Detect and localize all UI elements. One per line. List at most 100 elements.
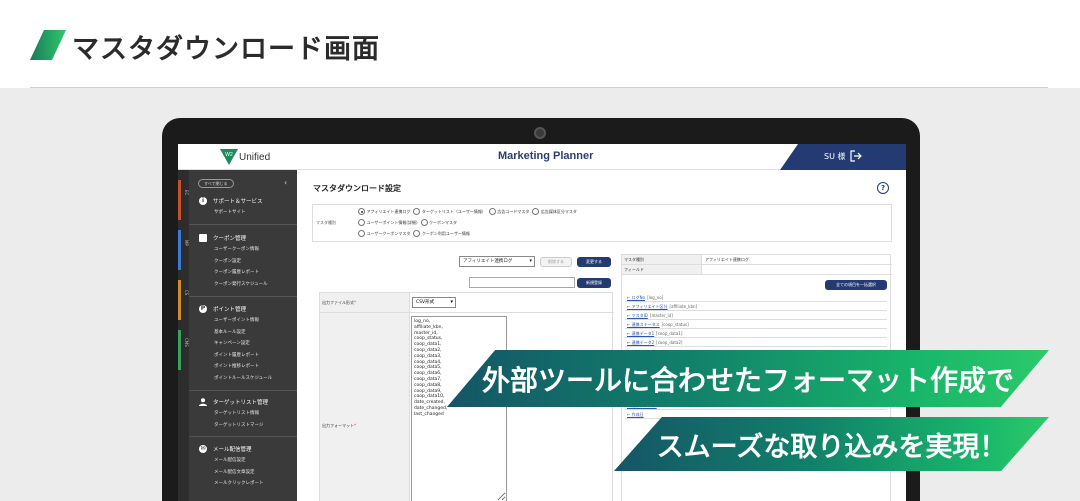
sidebar-group-header[interactable]: i サポート＆サービス (189, 195, 297, 207)
tab-mp[interactable]: MP (178, 240, 189, 246)
field-row[interactable]: ← 連携ステータス [coop_status] (625, 320, 887, 329)
sidebar-item-user-point[interactable]: ユーザーポイント情報 (189, 315, 297, 327)
field-link[interactable]: ← 連携ステータス (627, 322, 660, 327)
radio-ad-code[interactable]: 広告コードマスタ (488, 208, 530, 215)
field-key: [coop_status] (661, 322, 689, 327)
file-format-row: 出力ファイル形式* CSV形式 (320, 293, 614, 313)
radio-coupon-users[interactable]: クーポン利用ユーザー情報 (413, 230, 470, 237)
field-panel-type-value: アフィリエイト連携ログ (705, 257, 749, 262)
page-header: マスタダウンロード画面 (0, 0, 1080, 88)
radio-dot[interactable] (413, 208, 421, 215)
delete-button[interactable]: 削除する (540, 257, 572, 267)
sidebar-item-coupon-history[interactable]: クーポン履歴レポート (189, 267, 297, 279)
output-format-label: 出力フォーマット* (322, 423, 356, 429)
radio-target-list[interactable]: ターゲットリスト（ユーザー情報） (413, 208, 486, 215)
sidebar-group-header[interactable]: ターゲットリスト管理 (189, 396, 297, 408)
radio-dot[interactable] (358, 208, 365, 215)
new-format-name-input[interactable] (469, 277, 575, 288)
field-link[interactable]: ← アフィリエイト区分 (627, 304, 668, 309)
sidebar-item-point-schedule[interactable]: ポイントルールスケジュール (189, 373, 297, 385)
sidebar-divider (189, 296, 297, 297)
field-link[interactable]: ← 連携データ2 (627, 340, 654, 345)
sidebar-item-mail-text[interactable]: メール配信文章設定 (189, 467, 297, 479)
sidebar-item-coupon-schedule[interactable]: クーポン発行スケジュール (189, 279, 297, 291)
sidebar-group-header[interactable]: ✉ メール配信管理 (189, 443, 297, 455)
radio-ad-media[interactable]: 広告媒体区分マスタ (532, 208, 577, 215)
tab-cs[interactable]: CS (178, 290, 189, 295)
radio-dot[interactable] (420, 219, 428, 226)
page-title: マスタダウンロード画面 (72, 34, 380, 65)
help-icon[interactable]: ? (877, 182, 889, 194)
master-type-label: マスタ種別 (316, 220, 336, 225)
sidebar-item-support-site[interactable]: サポートサイト (189, 207, 297, 219)
sidebar: EC MP CS CMS すべて閉じる ‹ i サポート＆サービス サポートサイ… (178, 170, 297, 501)
register-new-button[interactable]: 新規登録 (577, 278, 611, 288)
select-all-button[interactable]: 全ての項目を一括選択 (825, 280, 887, 290)
field-link[interactable]: ← ログNo (627, 295, 645, 300)
change-button[interactable]: 変更する (577, 257, 611, 267)
file-format-select[interactable]: CSV形式 (412, 297, 456, 308)
logout-icon[interactable] (850, 150, 862, 162)
user-name: SU 様 (824, 152, 846, 161)
tab-marker-cms (178, 330, 181, 370)
radio-label: ユーザークーポンマスタ (366, 230, 411, 236)
required-mark: * (354, 423, 356, 428)
radio-label: ターゲットリスト（ユーザー情報） (421, 208, 486, 214)
field-row[interactable]: ← ログNo [log_no] (625, 293, 887, 302)
sidebar-item-target-list[interactable]: ターゲットリスト情報 (189, 408, 297, 420)
radio-label: クーポンマスタ (429, 219, 458, 225)
radio-dot[interactable] (488, 208, 496, 215)
sidebar-item-basic-rule[interactable]: 基本ルール設定 (189, 327, 297, 339)
field-link[interactable]: ← 作成日 (627, 412, 644, 417)
sidebar-item-campaign[interactable]: キャンペーン設定 (189, 338, 297, 350)
radio-dot[interactable] (358, 230, 365, 237)
collapse-chevron-icon[interactable]: ‹ (284, 178, 287, 187)
page: マスタダウンロード画面 W2 Unified Marketing Planner… (0, 0, 1080, 501)
label-text: 出力フォーマット (322, 423, 354, 428)
field-key: [master_id] (649, 313, 673, 318)
sidebar-group-title: メール配信管理 (213, 447, 252, 453)
field-link[interactable]: ← 連携データ1 (627, 331, 654, 336)
radio-label: アフィリエイト連携ログ (366, 208, 411, 214)
sidebar-item-mail-click[interactable]: メールクリックレポート (189, 478, 297, 490)
radio-dot[interactable] (358, 219, 365, 226)
tab-ec[interactable]: EC (178, 190, 189, 195)
field-row[interactable]: ← アフィリエイト区分 [affiliate_kbn] (625, 302, 887, 311)
field-key: [coop_data1] (656, 331, 683, 336)
logo-badge: W2 (225, 152, 233, 158)
radio-dot[interactable] (413, 230, 421, 237)
output-format-textarea[interactable]: log_no, affiliate_kbn, master_id, coop_s… (411, 316, 507, 501)
radio-row: ユーザークーポンマスタ クーポン利用ユーザー情報 (358, 230, 470, 237)
sidebar-item-coupon-settings[interactable]: クーポン設定 (189, 256, 297, 268)
required-mark: * (354, 300, 356, 305)
close-all-button[interactable]: すべて閉じる (198, 179, 234, 188)
tab-cms[interactable]: CMS (178, 338, 189, 347)
sidebar-item-point-transition[interactable]: ポイント推移レポート (189, 361, 297, 373)
sidebar-item-user-coupon[interactable]: ユーザークーポン情報 (189, 244, 297, 256)
info-icon: i (199, 197, 207, 205)
field-row[interactable]: ← マスタID [master_id] (625, 311, 887, 320)
sidebar-item-point-history[interactable]: ポイント履歴レポート (189, 350, 297, 362)
field-row[interactable]: ← 連携データ2 [coop_data2] (625, 338, 887, 347)
radio-affiliate-log[interactable]: アフィリエイト連携ログ (358, 208, 410, 215)
field-panel-field-row: フィールド (622, 265, 892, 275)
sidebar-group-header[interactable]: P ポイント管理 (189, 303, 297, 315)
field-link[interactable]: ← マスタID (627, 313, 648, 318)
sidebar-item-mail-settings[interactable]: メール配信設定 (189, 455, 297, 467)
format-select[interactable]: アフィリエイト連携ログ (459, 256, 535, 267)
sidebar-divider (189, 224, 297, 225)
field-row[interactable]: ← 連携データ1 [coop_data1] (625, 329, 887, 338)
sidebar-item-target-merge[interactable]: ターゲットリストマージ (189, 420, 297, 432)
radio-user-point[interactable]: ユーザーポイント情報(詳細) (358, 219, 418, 226)
sidebar-tabs: EC MP CS CMS (178, 170, 189, 501)
mail-icon: ✉ (199, 445, 207, 453)
radio-dot[interactable] (532, 208, 540, 215)
radio-coupon-master[interactable]: クーポンマスタ (420, 219, 458, 226)
radio-label: 広告コードマスタ (497, 208, 530, 214)
logo-text: Unified (239, 151, 271, 163)
sidebar-divider (189, 436, 297, 437)
app-top-bar: W2 Unified Marketing Planner SU 様 (178, 144, 906, 170)
app-logo[interactable]: W2 Unified (220, 148, 270, 166)
sidebar-group-header[interactable]: クーポン管理 (189, 232, 297, 244)
radio-user-coupon[interactable]: ユーザークーポンマスタ (358, 230, 410, 237)
